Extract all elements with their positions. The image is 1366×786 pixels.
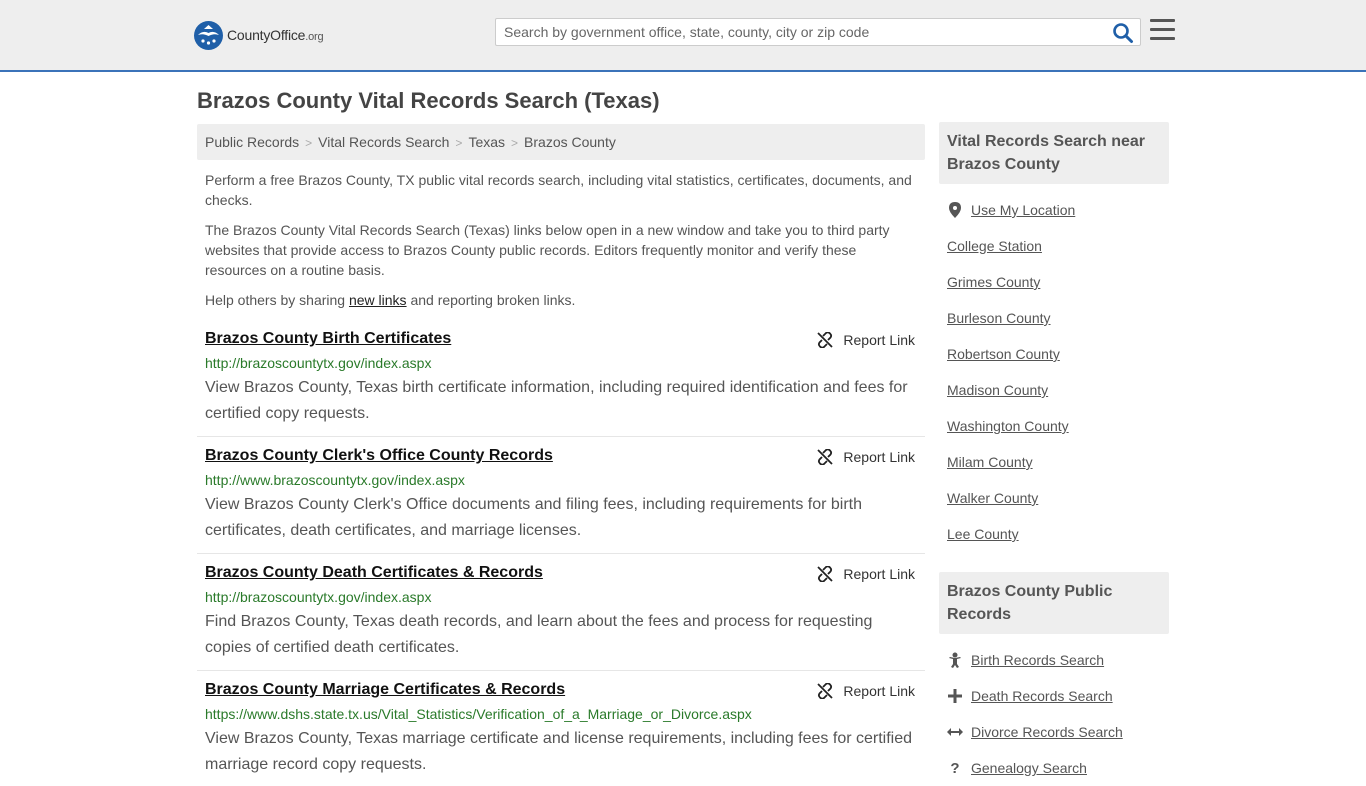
logo-tld: .org [305, 31, 324, 43]
broken-link-icon [817, 683, 834, 699]
list-item: Death Records Search [939, 678, 1169, 714]
record-entry: Brazos County Clerk's Office County Reco… [197, 447, 925, 554]
intro-paragraph-2: The Brazos County Vital Records Search (… [205, 222, 890, 278]
entry-description: View Brazos County Clerk's Office docume… [205, 496, 862, 539]
nearby-link[interactable]: Washington County [947, 418, 1069, 434]
baby-icon [947, 652, 963, 668]
search-box [495, 18, 1141, 46]
report-link-label: Report Link [843, 449, 915, 465]
logo-text: CountyOffice [227, 27, 306, 43]
genealogy-link[interactable]: Genealogy Search [971, 760, 1087, 776]
report-link-label: Report Link [843, 332, 915, 348]
list-item: Robertson County [939, 336, 1169, 372]
report-link-button[interactable]: Report Link [817, 683, 915, 699]
record-entry: Brazos County Marriage Certificates & Re… [197, 681, 925, 773]
list-item: College Station [939, 228, 1169, 264]
intro-paragraph-1: Perform a free Brazos County, TX public … [205, 172, 912, 208]
entry-description: Find Brazos County, Texas death records,… [205, 613, 873, 656]
entry-url: https://www.dshs.state.tx.us/Vital_Stati… [205, 706, 752, 722]
entry-url: http://brazoscountytx.gov/index.aspx [205, 589, 432, 605]
report-link-label: Report Link [843, 566, 915, 582]
broken-link-icon [817, 332, 834, 348]
nearby-link[interactable]: Grimes County [947, 274, 1040, 290]
list-item: Walker County [939, 480, 1169, 516]
chevron-right-icon: > [511, 136, 519, 150]
entry-description: View Brazos County, Texas birth certific… [205, 379, 908, 422]
cross-icon [947, 689, 963, 703]
record-entry: Brazos County Birth Certificates Report … [197, 330, 925, 437]
nearby-link[interactable]: Robertson County [947, 346, 1060, 362]
new-links-link[interactable]: new links [349, 292, 407, 308]
nearby-link[interactable]: College Station [947, 238, 1042, 254]
list-item: Burleson County [939, 300, 1169, 336]
entry-title-link[interactable]: Brazos County Death Certificates & Recor… [205, 564, 543, 582]
entry-title-link[interactable]: Brazos County Clerk's Office County Reco… [205, 447, 553, 465]
nearby-link[interactable]: Milam County [947, 454, 1033, 470]
use-my-location-link[interactable]: Use My Location [971, 202, 1075, 218]
breadcrumb-public-records[interactable]: Public Records [205, 134, 299, 150]
nearby-link[interactable]: Walker County [947, 490, 1038, 506]
public-records-list: Birth Records Search Death Records Searc… [939, 642, 1169, 786]
search-button[interactable] [1112, 22, 1134, 44]
nearby-link[interactable]: Madison County [947, 382, 1048, 398]
chevron-right-icon: > [455, 136, 463, 150]
page-title: Brazos County Vital Records Search (Texa… [197, 88, 660, 113]
death-records-link[interactable]: Death Records Search [971, 688, 1113, 704]
question-icon: ? [950, 759, 960, 777]
report-link-button[interactable]: Report Link [817, 449, 915, 465]
entry-title-link[interactable]: Brazos County Marriage Certificates & Re… [205, 681, 565, 699]
list-item: Lee County [939, 516, 1169, 552]
sidebar-nearby-heading: Vital Records Search near Brazos County [939, 122, 1169, 184]
broken-link-icon [817, 449, 834, 465]
sidebar-public-heading: Brazos County Public Records [939, 572, 1169, 634]
report-link-button[interactable]: Report Link [817, 566, 915, 582]
nearby-link[interactable]: Burleson County [947, 310, 1051, 326]
list-item: Milam County [939, 444, 1169, 480]
report-link-button[interactable]: Report Link [817, 332, 915, 348]
search-input[interactable] [496, 19, 1106, 45]
chevron-right-icon: > [305, 136, 313, 150]
search-icon [1113, 23, 1133, 43]
entry-title-link[interactable]: Brazos County Birth Certificates [205, 330, 451, 348]
breadcrumb-texas[interactable]: Texas [468, 134, 505, 150]
sidebar-nearby: Vital Records Search near Brazos County … [939, 122, 1169, 552]
list-item: Grimes County [939, 264, 1169, 300]
map-pin-icon [947, 202, 963, 218]
entry-url: http://brazoscountytx.gov/index.aspx [205, 355, 432, 371]
breadcrumb: Public Records > Vital Records Search > Texa… [197, 124, 925, 160]
entry-description: View Brazos County, Texas marriage certi… [205, 730, 913, 773]
list-item: Birth Records Search [939, 642, 1169, 678]
hamburger-menu-icon[interactable] [1150, 19, 1175, 42]
logo-icon [194, 20, 223, 50]
list-item: Madison County [939, 372, 1169, 408]
list-item: ? Genealogy Search [939, 750, 1169, 786]
site-logo[interactable]: CountyOffice.org [194, 20, 324, 50]
broken-link-icon [817, 566, 834, 582]
list-item: Divorce Records Search [939, 714, 1169, 750]
breadcrumb-brazos-county[interactable]: Brazos County [524, 134, 616, 150]
list-item: Use My Location [939, 192, 1169, 228]
intro-paragraph-3: Help others by sharing new links and rep… [205, 292, 576, 308]
nearby-link[interactable]: Lee County [947, 526, 1019, 542]
top-bar: CountyOffice.org [0, 0, 1366, 72]
list-item: Washington County [939, 408, 1169, 444]
report-link-label: Report Link [843, 683, 915, 699]
arrows-icon [947, 727, 963, 737]
nearby-list: Use My Location College Station Grimes C… [939, 192, 1169, 552]
entry-url: http://www.brazoscountytx.gov/index.aspx [205, 472, 465, 488]
record-entry: Brazos County Death Certificates & Recor… [197, 564, 925, 671]
divorce-records-link[interactable]: Divorce Records Search [971, 724, 1123, 740]
sidebar-public-records: Brazos County Public Records Birth Recor… [939, 572, 1169, 786]
birth-records-link[interactable]: Birth Records Search [971, 652, 1104, 668]
breadcrumb-vital-records[interactable]: Vital Records Search [318, 134, 449, 150]
